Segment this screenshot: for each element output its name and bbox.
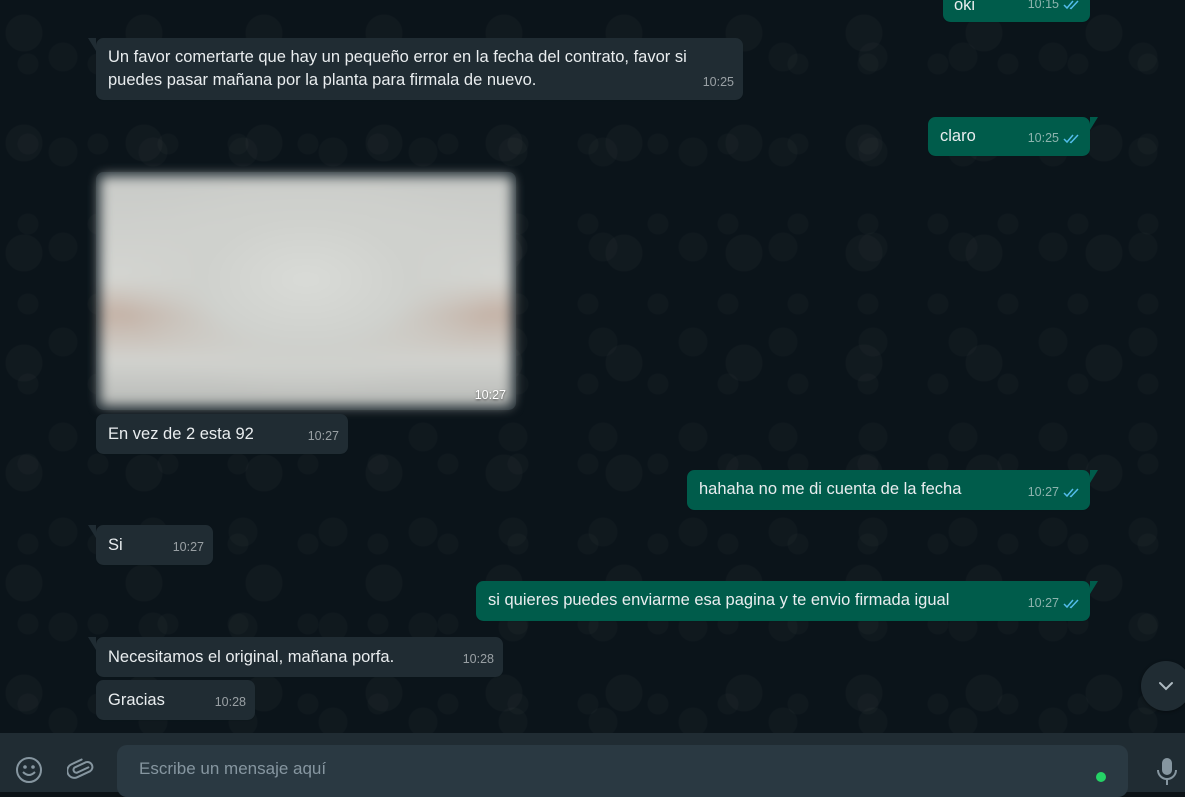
- paperclip-icon: [67, 758, 94, 779]
- message-outgoing[interactable]: hahaha no me di cuenta de la fecha 10:27: [687, 470, 1098, 510]
- message-text: Si: [108, 536, 123, 554]
- emoji-icon: [16, 757, 42, 783]
- message-text: Gracias: [108, 691, 165, 709]
- double-check-icon: [1063, 488, 1079, 498]
- message-meta: 10:27: [308, 425, 339, 448]
- message-text: Necesitamos el original, mañana porfa.: [108, 648, 395, 666]
- message-meta: 10:27: [1028, 592, 1081, 615]
- message-image[interactable]: 10:27: [96, 172, 516, 410]
- message-time: 10:28: [214, 695, 246, 709]
- microphone-icon: [1157, 758, 1177, 785]
- message-time: 10:25: [1027, 131, 1059, 145]
- message-time: 10:27: [172, 540, 204, 554]
- message-meta: 10:28: [215, 691, 246, 714]
- message-meta: 10:25: [1028, 127, 1081, 150]
- message-outgoing[interactable]: claro 10:25: [928, 117, 1098, 156]
- message-incoming[interactable]: Gracias 10:28: [96, 680, 255, 720]
- chevron-down-icon: [1159, 682, 1173, 691]
- message-meta: 10:27: [173, 536, 204, 559]
- blurred-photo: [100, 176, 512, 406]
- composer-bar: Escribe un mensaje aquí: [0, 733, 1185, 797]
- message-time: 10:28: [462, 652, 494, 666]
- message-time: 10:15: [1027, 0, 1059, 11]
- double-check-icon: [1063, 0, 1079, 10]
- double-check-icon: [1063, 134, 1079, 144]
- attach-button[interactable]: [64, 753, 98, 787]
- message-time: 10:25: [702, 75, 734, 89]
- message-time: 10:27: [1027, 485, 1059, 499]
- message-incoming[interactable]: Necesitamos el original, mañana porfa. 1…: [88, 637, 503, 677]
- message-input-placeholder: Escribe un mensaje aquí: [139, 759, 327, 778]
- chat-area: oki 10:15 Un favor comertarte que hay un…: [0, 0, 1185, 733]
- message-time: 10:27: [307, 429, 339, 443]
- message-incoming[interactable]: Un favor comertarte que hay un pequeño e…: [88, 38, 743, 100]
- message-text: En vez de 2 esta 92: [108, 425, 254, 443]
- bubble-tail: [1090, 470, 1098, 483]
- message-text: si quieres puedes enviarme esa pagina y …: [488, 591, 950, 609]
- bubble-tail: [1090, 117, 1098, 130]
- message-time: 10:27: [1027, 596, 1059, 610]
- message-text: claro: [940, 127, 976, 145]
- message-time: 10:27: [474, 388, 506, 402]
- message-text: hahaha no me di cuenta de la fecha: [699, 480, 962, 498]
- scroll-to-bottom-button[interactable]: [1141, 661, 1185, 711]
- message-meta: 10:15: [1028, 0, 1081, 16]
- message-incoming[interactable]: Si 10:27: [88, 525, 213, 565]
- bubble-tail: [88, 637, 96, 650]
- bubble-tail: [1090, 581, 1098, 594]
- status-dot: [1096, 772, 1106, 782]
- voice-message-button[interactable]: [1150, 753, 1184, 789]
- message-outgoing[interactable]: si quieres puedes enviarme esa pagina y …: [476, 581, 1098, 621]
- message-input[interactable]: Escribe un mensaje aquí: [117, 745, 1128, 797]
- emoji-button[interactable]: [12, 753, 46, 787]
- message-meta: 10:25: [703, 71, 734, 94]
- message-text: oki: [954, 0, 976, 14]
- message-text: Un favor comertarte que hay un pequeño e…: [108, 48, 692, 89]
- message-incoming[interactable]: En vez de 2 esta 92 10:27: [96, 414, 348, 454]
- message-meta: 10:28: [463, 648, 494, 671]
- double-check-icon: [1063, 599, 1079, 609]
- message-outgoing[interactable]: oki 10:15: [943, 0, 1090, 22]
- message-meta: 10:27: [1028, 481, 1081, 504]
- bubble-tail: [88, 38, 96, 51]
- bubble-tail: [88, 525, 96, 538]
